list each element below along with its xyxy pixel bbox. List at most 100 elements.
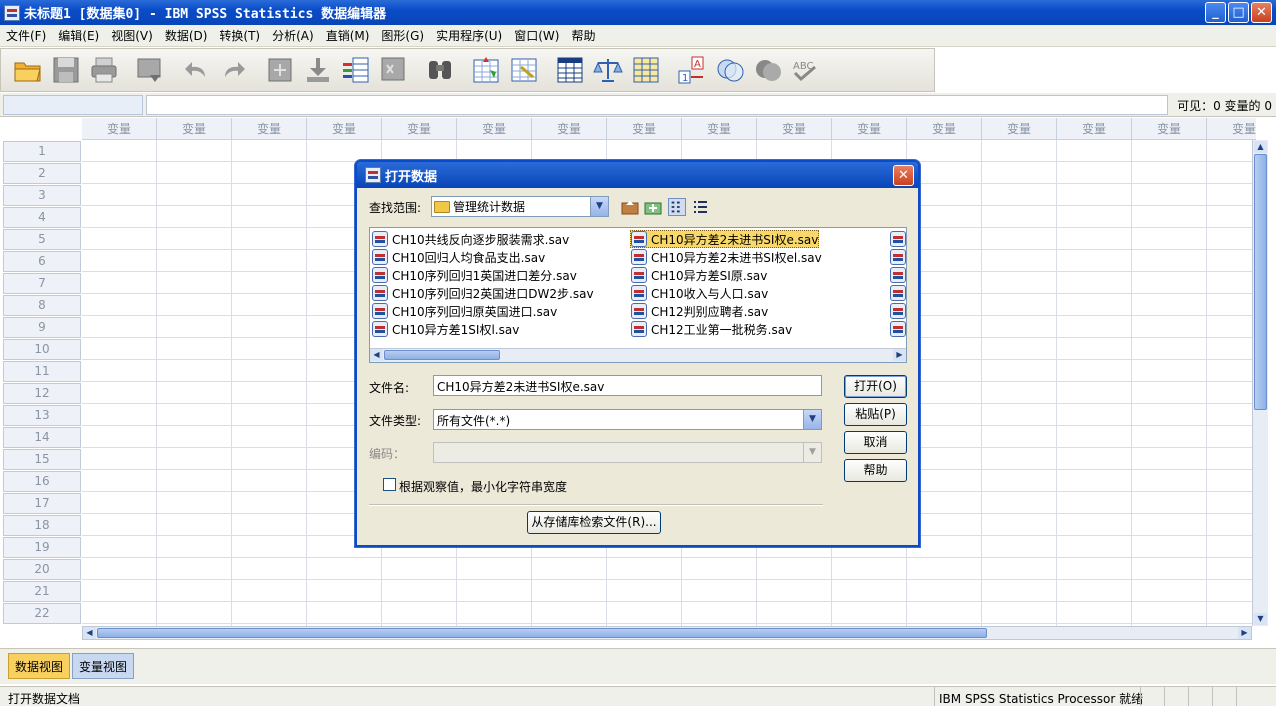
row-header[interactable]: 14 <box>3 427 81 448</box>
list-item[interactable]: CH12工业第一批税务.sav <box>631 320 792 338</box>
redo-icon[interactable] <box>217 53 251 87</box>
undo-icon[interactable] <box>179 53 213 87</box>
scroll-down-arrow-icon[interactable]: ▼ <box>1254 613 1267 625</box>
row-header[interactable]: 22 <box>3 603 81 624</box>
row-header[interactable]: 6 <box>3 251 81 272</box>
row-header[interactable]: 1 <box>3 141 81 162</box>
row-header[interactable]: 4 <box>3 207 81 228</box>
minimize-string-width-checkbox[interactable] <box>383 478 396 491</box>
grid-horizontal-scroll-thumb[interactable] <box>97 628 987 638</box>
variables-icon[interactable] <box>339 53 373 87</box>
cell-reference-field[interactable] <box>3 95 143 115</box>
column-header[interactable]: 变量 <box>457 118 532 140</box>
menu-file[interactable]: 文件(F) <box>0 25 52 47</box>
minimize-button[interactable]: _ <box>1205 2 1226 23</box>
menu-edit[interactable]: 编辑(E) <box>52 25 105 47</box>
menu-analyze[interactable]: 分析(A) <box>266 25 320 47</box>
row-header[interactable]: 11 <box>3 361 81 382</box>
list-item[interactable]: CH10异方差2未进书SI权el.sav <box>631 248 822 266</box>
list-item[interactable]: CH10序列回归1英国进口差分.sav <box>372 266 577 284</box>
column-header[interactable]: 变量 <box>832 118 907 140</box>
print-icon[interactable] <box>87 53 121 87</box>
help-button[interactable]: 帮助 <box>844 459 907 482</box>
column-header[interactable]: 变量 <box>682 118 757 140</box>
find-icon[interactable] <box>423 53 457 87</box>
column-header[interactable]: 变量 <box>1207 118 1256 140</box>
column-header[interactable]: 变量 <box>1132 118 1207 140</box>
list-item[interactable]: CH10共线反向逐步服装需求.sav <box>372 230 569 248</box>
menu-graphs[interactable]: 图形(G) <box>375 25 430 47</box>
filename-field[interactable]: CH10异方差2未进书SI权e.sav <box>433 375 822 396</box>
filetype-select[interactable]: 所有文件(*.*) ▼ <box>433 409 822 430</box>
row-header[interactable]: 7 <box>3 273 81 294</box>
column-header[interactable]: 变量 <box>907 118 982 140</box>
tab-variable-view[interactable]: 变量视图 <box>72 653 135 679</box>
lookin-select[interactable]: 管理统计数据 ▼ <box>431 196 609 217</box>
list-item-selected[interactable]: CH10异方差2未进书SI权e.sav <box>630 230 820 248</box>
column-header[interactable]: 变量 <box>232 118 307 140</box>
tab-data-view[interactable]: 数据视图 <box>8 653 71 679</box>
row-header[interactable]: 8 <box>3 295 81 316</box>
list-view-icon[interactable] <box>668 198 686 216</box>
menu-window[interactable]: 窗口(W) <box>508 25 565 47</box>
cancel-button[interactable]: 取消 <box>844 431 907 454</box>
row-header[interactable]: 9 <box>3 317 81 338</box>
goto-case-icon[interactable] <box>263 53 297 87</box>
row-header[interactable]: 2 <box>3 163 81 184</box>
scroll-left-arrow-icon[interactable]: ◀ <box>370 349 383 361</box>
row-header[interactable]: 15 <box>3 449 81 470</box>
list-item[interactable]: CH12判别应聘者.sav <box>631 302 768 320</box>
list-item[interactable]: CH10异方差SI原.sav <box>631 266 767 284</box>
paste-button[interactable]: 粘贴(P) <box>844 403 907 426</box>
list-item[interactable]: CH10异方差1SI权l.sav <box>372 320 519 338</box>
menu-direct-marketing[interactable]: 直销(M) <box>320 25 376 47</box>
cell-value-field[interactable] <box>146 95 1168 115</box>
row-header[interactable]: 20 <box>3 559 81 580</box>
list-item[interactable]: CH10回归人均食品支出.sav <box>372 248 545 266</box>
scroll-right-arrow-icon[interactable]: ▶ <box>1238 627 1251 639</box>
dialog-recall-icon[interactable] <box>133 53 167 87</box>
column-header[interactable]: 变量 <box>1057 118 1132 140</box>
close-button[interactable]: ✕ <box>1251 2 1272 23</box>
menu-data[interactable]: 数据(D) <box>159 25 214 47</box>
use-sets-icon[interactable] <box>713 53 747 87</box>
file-list-scrollbar[interactable]: ◀ ▶ <box>370 348 906 362</box>
menu-view[interactable]: 视图(V) <box>105 25 159 47</box>
column-header[interactable]: 变量 <box>757 118 832 140</box>
open-button[interactable]: 打开(O) <box>844 375 907 398</box>
retrieve-from-repository-button[interactable]: 从存储库检索文件(R)... <box>527 511 661 534</box>
details-view-icon[interactable] <box>691 198 709 216</box>
goto-variable-icon[interactable] <box>301 53 335 87</box>
row-header[interactable]: 18 <box>3 515 81 536</box>
spell-check-icon[interactable]: ABC <box>789 53 823 87</box>
run-descriptives-icon[interactable] <box>377 53 411 87</box>
menu-transform[interactable]: 转换(T) <box>213 25 266 47</box>
file-list[interactable]: CH10共线反向逐步服装需求.sav CH10回归人均食品支出.sav CH10… <box>369 227 907 363</box>
insert-variable-icon[interactable] <box>507 53 541 87</box>
split-file-icon[interactable] <box>553 53 587 87</box>
menu-help[interactable]: 帮助 <box>565 25 601 47</box>
scroll-right-arrow-icon[interactable]: ▶ <box>893 349 906 361</box>
open-icon[interactable] <box>11 53 45 87</box>
column-header[interactable]: 变量 <box>982 118 1057 140</box>
row-header[interactable]: 21 <box>3 581 81 602</box>
chevron-down-icon[interactable]: ▼ <box>590 197 608 216</box>
row-header[interactable]: 12 <box>3 383 81 404</box>
show-all-variables-icon[interactable] <box>751 53 785 87</box>
menu-utilities[interactable]: 实用程序(U) <box>430 25 508 47</box>
column-header[interactable]: 变量 <box>382 118 457 140</box>
save-icon[interactable] <box>49 53 83 87</box>
row-header[interactable]: 13 <box>3 405 81 426</box>
maximize-button[interactable]: □ <box>1228 2 1249 23</box>
select-cases-icon[interactable] <box>629 53 663 87</box>
value-labels-icon[interactable]: A1 <box>675 53 709 87</box>
row-header[interactable]: 5 <box>3 229 81 250</box>
scroll-up-arrow-icon[interactable]: ▲ <box>1254 141 1267 153</box>
grid-vertical-scroll-thumb[interactable] <box>1254 154 1267 410</box>
column-header[interactable]: 变量 <box>607 118 682 140</box>
up-folder-icon[interactable] <box>621 198 639 216</box>
list-item[interactable]: CH10收入与人口.sav <box>631 284 768 302</box>
column-header[interactable]: 变量 <box>307 118 382 140</box>
column-header[interactable]: 变量 <box>157 118 232 140</box>
row-header[interactable]: 10 <box>3 339 81 360</box>
